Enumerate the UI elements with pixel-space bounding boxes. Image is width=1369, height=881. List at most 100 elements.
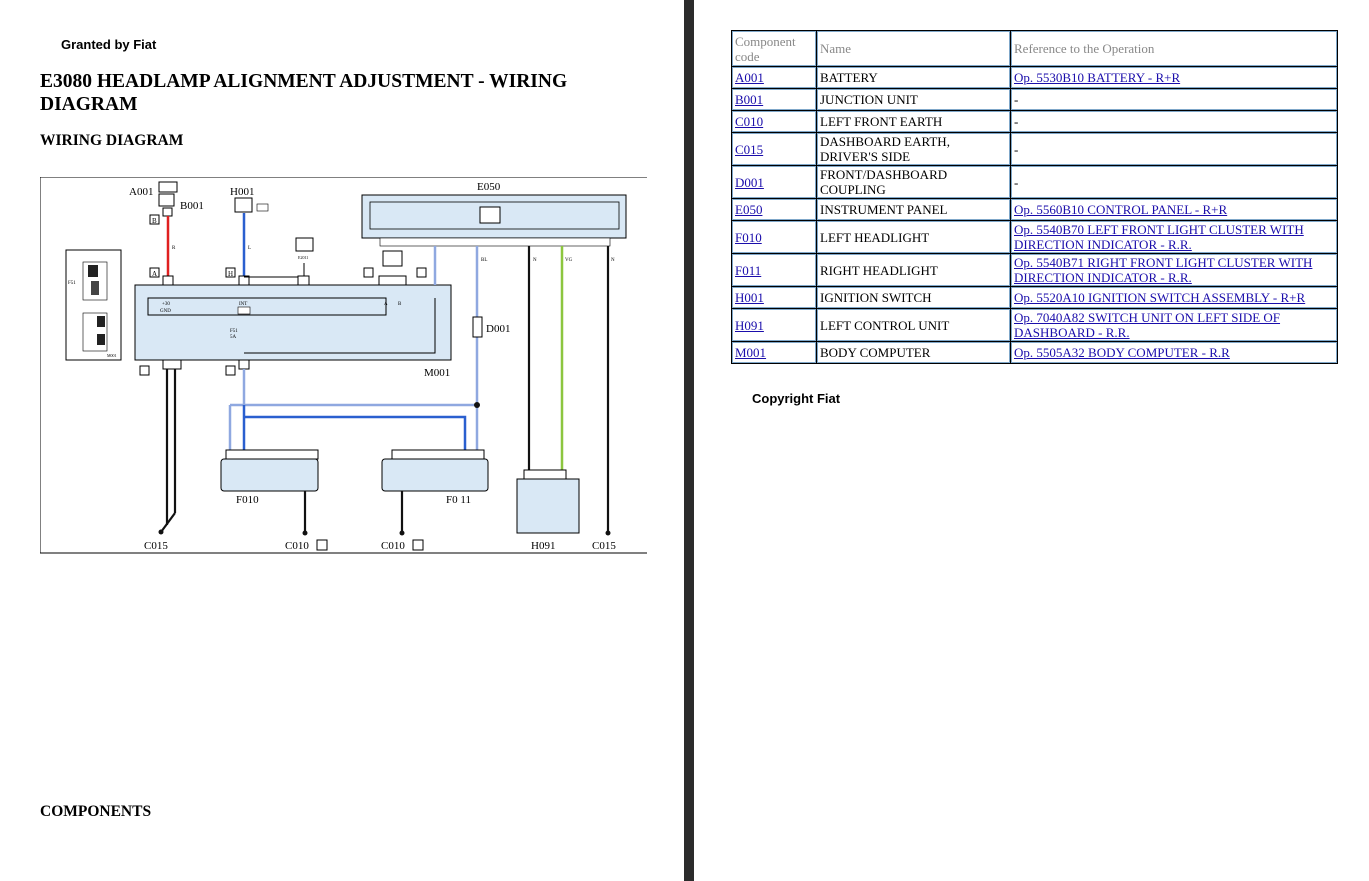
component-code-link[interactable]: D001 [735, 175, 764, 190]
a001-label: A001 [129, 186, 153, 198]
reference-cell: Op. 5540B70 LEFT FRONT LIGHT CLUSTER WIT… [1010, 220, 1338, 254]
reference-cell: Op. 5530B10 BATTERY - R+R [1010, 66, 1338, 89]
m001-label: M001 [424, 367, 450, 379]
components-heading: COMPONENTS [40, 803, 152, 820]
component-code-cell: H001 [731, 286, 817, 309]
reference-none: - [1014, 141, 1019, 157]
component-name-cell: INSTRUMENT PANEL [816, 198, 1011, 221]
component-code-cell: M001 [731, 341, 817, 364]
page-gutter [684, 0, 694, 881]
c010-left-label: C010 [285, 540, 309, 552]
reference-cell: Op. 5540B71 RIGHT FRONT LIGHT CLUSTER WI… [1010, 253, 1338, 287]
operation-link[interactable]: Op. 5560B10 CONTROL PANEL - R+R [1014, 202, 1227, 217]
table-row: F011 RIGHT HEADLIGHT Op. 5540B71 RIGHT FRO… [731, 253, 1338, 287]
left-page: Granted by Fiat E3080 HEADLAMP ALIGNMENT… [0, 0, 684, 881]
svg-text:B: B [152, 217, 157, 225]
component-name-cell: LEFT CONTROL UNIT [816, 308, 1011, 342]
f011-label: F0 11 [446, 494, 471, 506]
operation-link[interactable]: Op. 5540B70 LEFT FRONT LIGHT CLUSTER WIT… [1014, 222, 1304, 252]
component-name-cell: DASHBOARD EARTH, DRIVER'S SIDE [816, 132, 1011, 166]
component-code-link[interactable]: M001 [735, 345, 766, 360]
m001-module [134, 284, 452, 361]
table-row: C010 LEFT FRONT EARTH - [731, 110, 1338, 133]
svg-text:A: A [152, 270, 157, 278]
operation-link[interactable]: Op. 7040A82 SWITCH UNIT ON LEFT SIDE OF … [1014, 310, 1280, 340]
c010-right-label: C010 [381, 540, 405, 552]
component-code-cell: C015 [731, 132, 817, 166]
operation-link[interactable]: Op. 5540B71 RIGHT FRONT LIGHT CLUSTER WI… [1014, 255, 1312, 285]
headlamp-switch-icon [295, 237, 314, 252]
wiring-diagram: +30 GND INT F51 5A A B M001 F51 M001 A00… [40, 177, 647, 554]
e1050-icon [382, 250, 403, 267]
copyright: Copyright Fiat [752, 391, 841, 406]
component-code-cell: E050 [731, 198, 817, 221]
table-row: E050 INSTRUMENT PANEL Op. 5560B10 CONTROL … [731, 198, 1338, 221]
svg-text:5A: 5A [230, 335, 237, 340]
reference-cell: - [1010, 88, 1338, 111]
reference-cell: Op. 7040A82 SWITCH UNIT ON LEFT SIDE OF … [1010, 308, 1338, 342]
reference-none: - [1014, 114, 1019, 129]
svg-text:+30: +30 [162, 302, 170, 307]
table-row: C015 DASHBOARD EARTH, DRIVER'S SIDE - [731, 132, 1338, 166]
c015-right-label: C015 [592, 540, 616, 552]
component-code-link[interactable]: C010 [735, 114, 763, 129]
component-code-link[interactable]: H091 [735, 318, 764, 333]
component-code-link[interactable]: C015 [735, 142, 763, 157]
f011-headlight [381, 458, 489, 492]
reference-cell: Op. 5505A32 BODY COMPUTER - R.R [1010, 341, 1338, 364]
table-row: H091 LEFT CONTROL UNIT Op. 7040A82 SWITCH … [731, 308, 1338, 342]
c015-left-label: C015 [144, 540, 168, 552]
reference-cell: Op. 5520A10 IGNITION SWITCH ASSEMBLY - R… [1010, 286, 1338, 309]
f010-label: F010 [236, 494, 259, 506]
svg-text:M001: M001 [107, 353, 117, 358]
granted-by: Granted by Fiat [61, 37, 157, 52]
f010-headlight [220, 458, 319, 492]
component-code-cell: D001 [731, 165, 817, 199]
component-code-link[interactable]: B001 [735, 92, 763, 107]
ignition-switch-icon [234, 197, 253, 213]
component-code-cell: A001 [731, 66, 817, 89]
wiring-diagram-heading: WIRING DIAGRAM [40, 132, 184, 149]
svg-text:N: N [611, 258, 615, 263]
component-code-cell: C010 [731, 110, 817, 133]
operation-link[interactable]: Op. 5520A10 IGNITION SWITCH ASSEMBLY - R… [1014, 290, 1305, 305]
header-name: Name [816, 30, 1011, 67]
svg-text:R: R [172, 246, 176, 251]
component-code-link[interactable]: H001 [735, 290, 764, 305]
reference-none: - [1014, 174, 1019, 190]
svg-text:A: A [384, 302, 388, 307]
component-code-link[interactable]: A001 [735, 70, 764, 85]
component-name-cell: JUNCTION UNIT [816, 88, 1011, 111]
components-table: Component code Name Reference to the Ope… [731, 30, 1338, 364]
component-name-cell: BATTERY [816, 66, 1011, 89]
table-row: D001 FRONT/DASHBOARD COUPLING - [731, 165, 1338, 199]
component-code-link[interactable]: F011 [735, 263, 761, 278]
svg-text:H: H [228, 270, 233, 278]
reference-none: - [1014, 92, 1019, 107]
svg-text:VG: VG [565, 258, 573, 263]
operation-link[interactable]: Op. 5505A32 BODY COMPUTER - R.R [1014, 345, 1230, 360]
table-row: H001 IGNITION SWITCH Op. 5520A10 IGNITION … [731, 286, 1338, 309]
svg-text:L: L [248, 246, 251, 251]
reference-cell: Op. 5560B10 CONTROL PANEL - R+R [1010, 198, 1338, 221]
header-ref: Reference to the Operation [1010, 30, 1338, 67]
component-code-cell: B001 [731, 88, 817, 111]
component-name-cell: BODY COMPUTER [816, 341, 1011, 364]
table-row: B001 JUNCTION UNIT - [731, 88, 1338, 111]
table-row: A001 BATTERY Op. 5530B10 BATTERY - R+R [731, 66, 1338, 89]
header-code: Component code [731, 30, 817, 67]
reference-cell: - [1010, 165, 1338, 199]
component-code-link[interactable]: E050 [735, 202, 762, 217]
d001-label: D001 [486, 323, 510, 335]
svg-text:N: N [533, 258, 537, 263]
component-code-link[interactable]: F010 [735, 230, 762, 245]
h091-label: H091 [531, 540, 555, 552]
component-code-cell: F011 [731, 253, 817, 287]
svg-text:F51: F51 [68, 281, 76, 286]
b001-label: B001 [180, 200, 204, 212]
operation-link[interactable]: Op. 5530B10 BATTERY - R+R [1014, 70, 1180, 85]
h001-label: H001 [230, 186, 254, 198]
component-name-cell: RIGHT HEADLIGHT [816, 253, 1011, 287]
svg-text:GND: GND [160, 309, 171, 314]
svg-text:INT: INT [239, 302, 247, 307]
